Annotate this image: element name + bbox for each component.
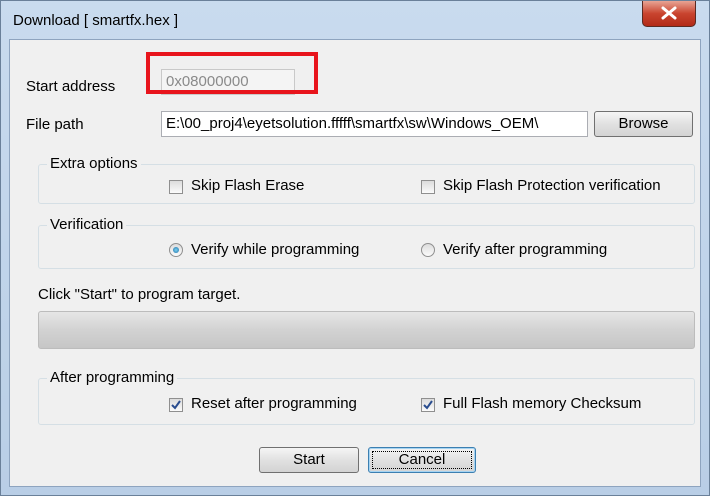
progress-bar <box>38 311 695 349</box>
checkmark-icon <box>171 400 181 410</box>
verification-title: Verification <box>47 216 127 233</box>
dialog-client-area: Start address 0x08000000 File path E:\00… <box>9 39 701 487</box>
browse-button[interactable]: Browse <box>594 111 693 137</box>
verify-while-label: Verify while programming <box>191 241 360 258</box>
extra-options-title: Extra options <box>47 155 141 172</box>
checkmark-icon <box>423 400 433 410</box>
verify-after-radio[interactable] <box>421 243 435 257</box>
start-address-label: Start address <box>26 78 116 95</box>
skip-protection-checkbox[interactable] <box>421 180 435 194</box>
verify-while-radio[interactable] <box>169 243 183 257</box>
status-text: Click "Start" to program target. <box>38 286 241 303</box>
file-path-label: File path <box>26 116 84 133</box>
skip-flash-erase-label: Skip Flash Erase <box>191 177 305 194</box>
checksum-label: Full Flash memory Checksum <box>443 395 642 412</box>
title-bar[interactable]: Download [ smartfx.hex ] <box>1 1 709 39</box>
after-programming-title: After programming <box>47 369 178 386</box>
start-button[interactable]: Start <box>259 447 359 473</box>
window-title: Download [ smartfx.hex ] <box>13 12 179 29</box>
close-button[interactable] <box>642 1 696 27</box>
skip-protection-label: Skip Flash Protection verification <box>443 177 661 194</box>
focus-rectangle <box>372 451 472 469</box>
skip-flash-erase-checkbox[interactable] <box>169 180 183 194</box>
file-path-input[interactable]: E:\00_proj4\eyetsolution.fffff\smartfx\s… <box>161 111 588 137</box>
close-x-icon <box>661 6 677 20</box>
checksum-checkbox[interactable] <box>421 398 435 412</box>
annotation-highlight-box <box>146 52 318 94</box>
radio-selected-dot <box>173 247 179 253</box>
cancel-button[interactable]: Cancel <box>368 447 476 473</box>
reset-after-label: Reset after programming <box>191 395 357 412</box>
verify-after-label: Verify after programming <box>443 241 608 258</box>
download-dialog: Download [ smartfx.hex ] Start address 0… <box>0 0 710 496</box>
reset-after-checkbox[interactable] <box>169 398 183 412</box>
